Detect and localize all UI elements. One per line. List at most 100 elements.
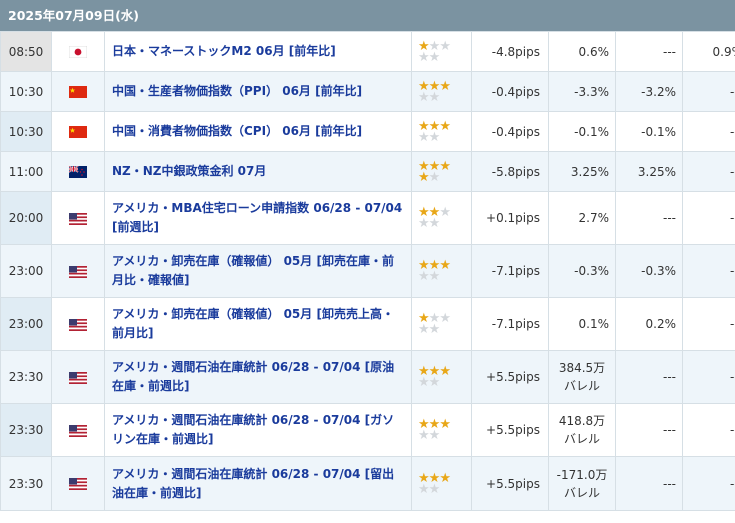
star-empty-icon: ★	[418, 375, 430, 390]
star-filled-icon: ★	[418, 169, 430, 185]
table-row[interactable]: 23:00 アメリカ・卸売在庫（確報値） 05月 [卸売売上高・前月比] ★★★ ★★…	[0, 297, 735, 351]
previous-value: ---	[682, 244, 735, 298]
event-link[interactable]: 中国・消費者物価指数（CPI） 06月 [前年比]	[104, 111, 412, 152]
table-row[interactable]: 08:50 日本・マネーストックM2 06月 [前年比] ★★★ ★★ -4.8pips…	[0, 31, 735, 72]
country-flag	[51, 456, 105, 511]
result-unit: バレル	[563, 379, 600, 393]
star-empty-icon: ★	[418, 129, 430, 145]
importance-stars: ★★★ ★★	[418, 160, 471, 185]
country-flag	[51, 151, 105, 192]
event-time: 08:50	[0, 31, 52, 72]
table-row[interactable]: 23:00 アメリカ・卸売在庫（確報値） 05月 [卸売在庫・前月比・確報値] ★★…	[0, 244, 735, 298]
result-amount: 384.5万	[558, 361, 606, 375]
table-row[interactable]: 11:00 NZ・NZ中銀政策金利 07月 ★★★ ★★ -5.8pips 3.25% 3.…	[0, 151, 735, 192]
forecast-value: 3.25%	[615, 151, 683, 192]
previous-value: ---	[682, 456, 735, 511]
star-empty-icon: ★	[418, 269, 430, 284]
star-filled-icon: ★	[439, 417, 451, 432]
forecast-value: 0.2%	[615, 297, 683, 351]
star-empty-icon: ★	[418, 89, 430, 105]
star-empty-icon: ★	[428, 49, 441, 65]
previous-value: ---	[682, 191, 735, 245]
pips-move: -4.8pips	[471, 31, 549, 72]
event-link[interactable]: 日本・マネーストックM2 06月 [前年比]	[104, 31, 412, 72]
importance-stars: ★★★ ★★	[418, 259, 471, 284]
importance: ★★★ ★★	[411, 151, 472, 192]
star-empty-icon: ★	[428, 129, 441, 145]
event-time: 20:00	[0, 191, 52, 245]
star-filled-icon: ★	[439, 470, 451, 486]
forecast-value: ---	[615, 456, 683, 511]
event-link[interactable]: 中国・生産者物価指数（PPI） 06月 [前年比]	[104, 71, 412, 112]
event-link[interactable]: アメリカ・卸売在庫（確報値） 05月 [卸売在庫・前月比・確報値]	[104, 244, 412, 298]
china-flag-icon	[69, 86, 87, 98]
country-flag	[51, 71, 105, 112]
result-value: 0.6%	[548, 31, 616, 72]
event-link[interactable]: アメリカ・卸売在庫（確報値） 05月 [卸売売上高・前月比]	[104, 297, 412, 351]
event-link[interactable]: アメリカ・MBA住宅ローン申請指数 06/28 - 07/04 [前週比]	[104, 191, 412, 245]
event-time: 23:00	[0, 244, 52, 298]
pips-move: +0.1pips	[471, 191, 549, 245]
event-time: 23:00	[0, 297, 52, 351]
forecast-value: ---	[615, 350, 683, 404]
table-row[interactable]: 23:30 アメリカ・週間石油在庫統計 06/28 - 07/04 [原油在庫・前…	[0, 350, 735, 404]
importance: ★★★ ★★	[411, 456, 472, 511]
result-value: 3.25%	[548, 151, 616, 192]
previous-value: ---	[682, 350, 735, 404]
star-empty-icon: ★	[439, 311, 451, 326]
calendar-table: 08:50 日本・マネーストックM2 06月 [前年比] ★★★ ★★ -4.8pips…	[0, 31, 735, 511]
star-empty-icon: ★	[428, 375, 441, 390]
result-amount: 418.8万	[558, 414, 606, 428]
table-row[interactable]: 23:30 アメリカ・週間石油在庫統計 06/28 - 07/04 [留出油在庫・…	[0, 456, 735, 511]
event-link[interactable]: アメリカ・週間石油在庫統計 06/28 - 07/04 [ガソリン在庫・前週比]	[104, 403, 412, 457]
previous-value: ---	[682, 297, 735, 351]
event-link[interactable]: アメリカ・週間石油在庫統計 06/28 - 07/04 [原油在庫・前週比]	[104, 350, 412, 404]
forecast-value: ---	[615, 403, 683, 457]
event-link[interactable]: NZ・NZ中銀政策金利 07月	[104, 151, 412, 192]
importance-stars: ★★★ ★★	[418, 206, 471, 230]
star-empty-icon: ★	[439, 38, 451, 54]
previous-value: ---	[682, 71, 735, 112]
new-zealand-flag-icon	[68, 165, 87, 178]
forecast-value: -0.1%	[615, 111, 683, 152]
result-value: -0.1%	[548, 111, 616, 152]
previous-value: ---	[682, 403, 735, 457]
importance-stars: ★★★ ★★	[418, 311, 471, 337]
table-row[interactable]: 10:30 中国・生産者物価指数（PPI） 06月 [前年比] ★★★ ★★ -0.4p…	[0, 71, 735, 112]
importance: ★★★ ★★	[411, 71, 472, 112]
importance: ★★★ ★★	[411, 297, 472, 351]
importance-stars: ★★★ ★★	[418, 38, 471, 65]
table-row[interactable]: 20:00 アメリカ・MBA住宅ローン申請指数 06/28 - 07/04 [前週…	[0, 191, 735, 245]
star-empty-icon: ★	[428, 322, 441, 337]
event-time: 23:30	[0, 350, 52, 404]
importance-stars: ★★★ ★★	[418, 80, 471, 105]
importance: ★★★ ★★	[411, 191, 472, 245]
usa-flag-icon	[69, 478, 87, 490]
importance-stars: ★★★ ★★	[418, 417, 471, 443]
result-value: 0.1%	[548, 297, 616, 351]
table-row[interactable]: 10:30 中国・消費者物価指数（CPI） 06月 [前年比] ★★★ ★★ -0.4p…	[0, 111, 735, 152]
event-link[interactable]: アメリカ・週間石油在庫統計 06/28 - 07/04 [留出油在庫・前週比]	[104, 456, 412, 511]
country-flag	[51, 31, 105, 72]
result-value: -171.0万 バレル	[548, 456, 616, 511]
result-amount: -171.0万	[556, 467, 608, 482]
event-time: 10:30	[0, 111, 52, 152]
economic-calendar: 2025年07月09日(水) 08:50 日本・マネーストックM2 06月 [前年…	[0, 0, 735, 511]
star-empty-icon: ★	[428, 481, 441, 497]
forecast-value: ---	[615, 31, 683, 72]
star-filled-icon: ★	[439, 118, 451, 134]
event-time: 23:30	[0, 403, 52, 457]
event-time: 11:00	[0, 151, 52, 192]
star-empty-icon: ★	[418, 428, 430, 443]
importance-stars: ★★★ ★★	[418, 470, 471, 497]
date-header: 2025年07月09日(水)	[0, 0, 735, 31]
table-row[interactable]: 23:30 アメリカ・週間石油在庫統計 06/28 - 07/04 [ガソリン在庫…	[0, 403, 735, 457]
forecast-value: -0.3%	[615, 244, 683, 298]
country-flag	[51, 111, 105, 152]
result-unit: バレル	[563, 432, 600, 446]
result-value: 384.5万 バレル	[548, 350, 616, 404]
star-filled-icon: ★	[439, 364, 451, 379]
star-empty-icon: ★	[418, 481, 430, 497]
importance: ★★★ ★★	[411, 244, 472, 298]
country-flag	[51, 403, 105, 457]
